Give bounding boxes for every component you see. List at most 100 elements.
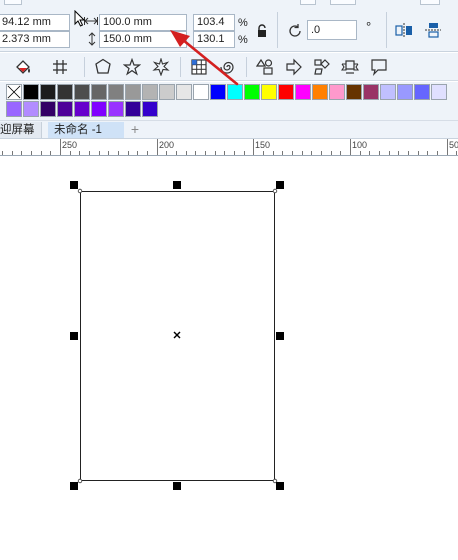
spiral-tool-icon[interactable]: [218, 58, 236, 76]
color-swatch[interactable]: [91, 101, 107, 117]
ruler-major-tick: [60, 139, 61, 155]
selection-handle-bottom-right[interactable]: [276, 482, 284, 490]
ruler-tick: [89, 151, 90, 155]
top-toolbar-strip: [0, 0, 458, 8]
color-swatch[interactable]: [142, 84, 158, 100]
color-swatch[interactable]: [142, 101, 158, 117]
mirror-horizontal-icon[interactable]: [395, 22, 413, 38]
selection-handle-top-left[interactable]: [70, 181, 78, 189]
color-swatch[interactable]: [278, 84, 294, 100]
color-swatch[interactable]: [380, 84, 396, 100]
lock-ratio-icon[interactable]: [256, 24, 268, 38]
color-swatch[interactable]: [363, 84, 379, 100]
color-swatch[interactable]: [397, 84, 413, 100]
graph-paper-tool-icon[interactable]: [190, 58, 208, 76]
toolbar-button-stub[interactable]: [330, 0, 356, 5]
flowchart-shapes-icon[interactable]: [313, 58, 331, 76]
color-swatch[interactable]: [74, 84, 90, 100]
ruler-tick: [2, 151, 3, 155]
color-swatch[interactable]: [125, 101, 141, 117]
tab-untitled-1[interactable]: 未命名 -1: [48, 122, 124, 138]
arrow-shapes-icon[interactable]: [285, 58, 303, 76]
selection-handle-right[interactable]: [276, 332, 284, 340]
fill-bucket-icon[interactable]: [14, 59, 32, 77]
drawing-canvas[interactable]: [0, 157, 458, 560]
object-width-field[interactable]: 100.0 mm: [99, 14, 187, 31]
color-swatch[interactable]: [261, 84, 277, 100]
scale-x-percent: %: [238, 17, 248, 29]
complex-star-tool-icon[interactable]: [152, 58, 170, 76]
ruler-tick: [79, 151, 80, 155]
ruler-tick: [331, 151, 332, 155]
scale-y-field[interactable]: 130.1: [193, 31, 235, 48]
color-swatch[interactable]: [125, 84, 141, 100]
x-position-field[interactable]: 94.12 mm: [0, 14, 70, 31]
color-swatch[interactable]: [176, 84, 192, 100]
rotation-angle-field[interactable]: .0: [307, 20, 357, 40]
color-swatch[interactable]: [108, 101, 124, 117]
selection-handle-bottom-left[interactable]: [70, 482, 78, 490]
selection-handle-top-right[interactable]: [276, 181, 284, 189]
color-swatch[interactable]: [74, 101, 90, 117]
toolbar-button-stub[interactable]: [420, 0, 440, 5]
no-color-swatch[interactable]: [6, 84, 22, 100]
color-swatch[interactable]: [91, 84, 107, 100]
color-swatch[interactable]: [108, 84, 124, 100]
color-swatch[interactable]: [57, 101, 73, 117]
ruler-tick: [418, 151, 419, 155]
color-swatch[interactable]: [40, 101, 56, 117]
toolbar-button-stub[interactable]: [4, 0, 22, 5]
color-swatch[interactable]: [6, 101, 22, 117]
ruler-tick: [108, 151, 109, 155]
color-swatch[interactable]: [23, 101, 39, 117]
selection-handle-bottom[interactable]: [173, 482, 181, 490]
color-swatch[interactable]: [346, 84, 362, 100]
banner-shapes-icon[interactable]: [341, 58, 359, 76]
degree-symbol: °: [366, 19, 372, 34]
ruler-tick: [21, 151, 22, 155]
color-swatch[interactable]: [295, 84, 311, 100]
toolbar-button-stub[interactable]: [300, 0, 316, 5]
tab-welcome-screen[interactable]: 迎屏幕: [0, 122, 42, 138]
ruler-tick: [50, 151, 51, 155]
color-swatch[interactable]: [414, 84, 430, 100]
ruler-tick: [263, 151, 264, 155]
ruler-tick: [205, 151, 206, 155]
ruler-tick: [128, 151, 129, 155]
object-height-field[interactable]: 150.0 mm: [99, 31, 187, 48]
selection-handle-left[interactable]: [70, 332, 78, 340]
color-swatch[interactable]: [431, 84, 447, 100]
color-swatch[interactable]: [193, 84, 209, 100]
ruler-tick: [321, 151, 322, 155]
callout-shapes-icon[interactable]: [370, 58, 388, 76]
ruler-tick: [244, 151, 245, 155]
horizontal-ruler[interactable]: 250 200 150 100 50: [0, 138, 458, 156]
grid-snap-icon[interactable]: [52, 59, 68, 75]
ruler-tick: [292, 151, 293, 155]
scale-x-field[interactable]: 103.4: [193, 14, 235, 31]
selection-handle-top[interactable]: [173, 181, 181, 189]
canvas-drawing: [77, 188, 278, 484]
color-swatch[interactable]: [57, 84, 73, 100]
corner-node: [272, 188, 278, 194]
star-tool-icon[interactable]: [123, 58, 141, 76]
color-swatch[interactable]: [210, 84, 226, 100]
add-tab-button[interactable]: +: [126, 122, 144, 138]
polygon-tool-icon[interactable]: [94, 58, 112, 76]
ruler-label: 100: [352, 140, 368, 150]
mirror-vertical-icon[interactable]: [424, 22, 442, 38]
color-swatch[interactable]: [40, 84, 56, 100]
color-swatch[interactable]: [244, 84, 260, 100]
ruler-tick: [215, 151, 216, 155]
color-swatch[interactable]: [227, 84, 243, 100]
y-position-field[interactable]: 2.373 mm: [0, 31, 70, 48]
ruler-label: 50: [449, 140, 458, 150]
color-swatch[interactable]: [23, 84, 39, 100]
property-bar: 94.12 mm 2.373 mm 100.0 mm 150.0 mm 103.…: [0, 0, 458, 52]
scale-y-percent: %: [238, 34, 248, 46]
color-swatch[interactable]: [329, 84, 345, 100]
color-swatch[interactable]: [159, 84, 175, 100]
basic-shapes-icon[interactable]: [256, 58, 274, 76]
separator: [180, 57, 181, 77]
color-swatch[interactable]: [312, 84, 328, 100]
